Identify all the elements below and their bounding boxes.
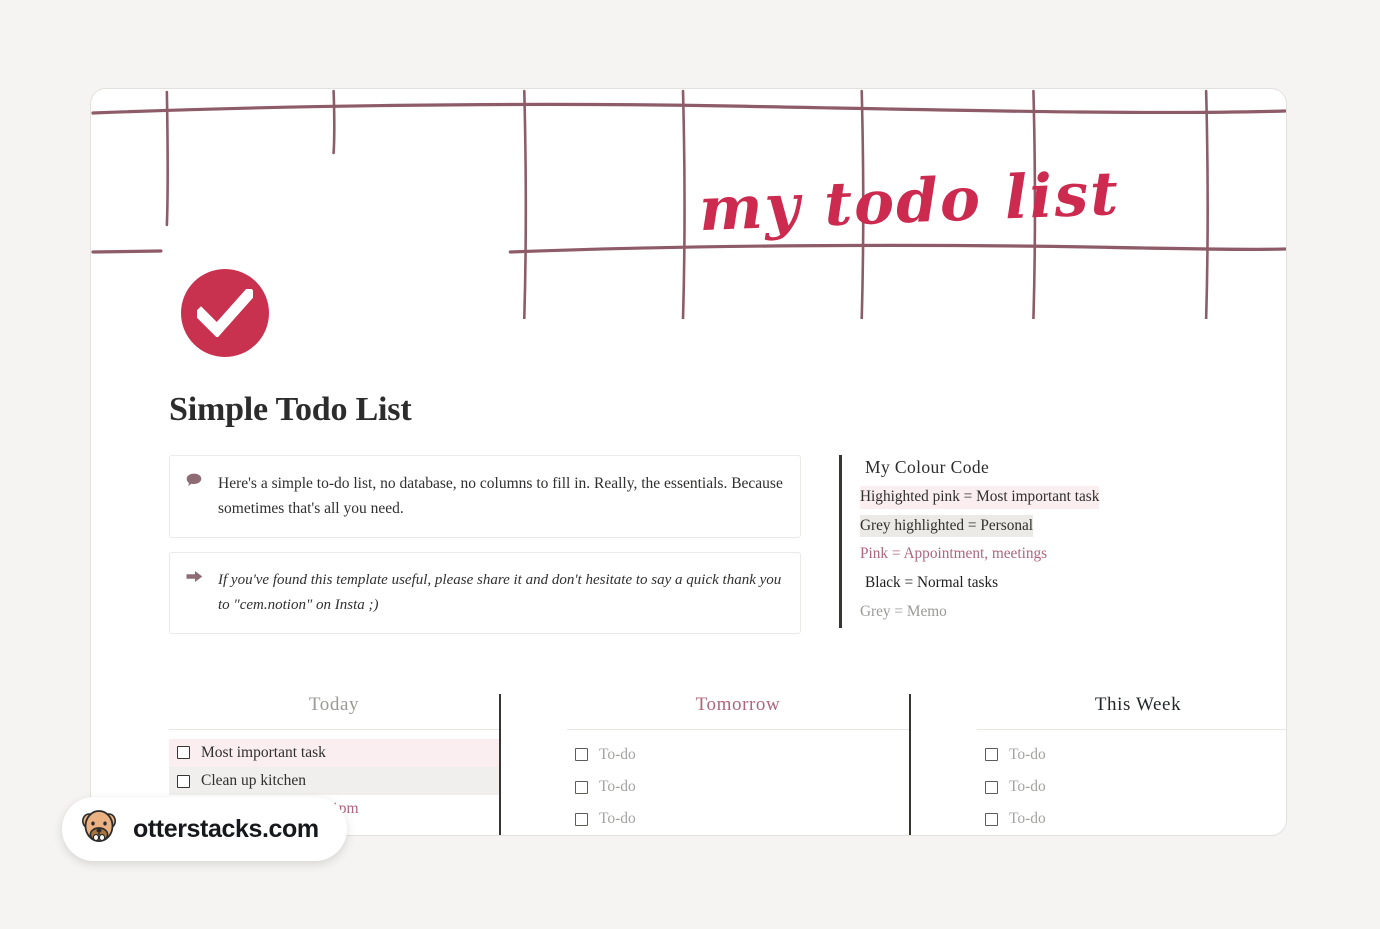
column-tomorrow-rule: [567, 728, 909, 730]
speech-bubble-icon: [186, 471, 204, 491]
otter-face-glyph: [82, 809, 116, 842]
todo-label: To-do: [1009, 745, 1046, 763]
todo-item[interactable]: To-do: [567, 739, 909, 771]
todo-item[interactable]: To-do: [977, 771, 1286, 803]
colour-code-line-memo: Grey = Memo: [860, 602, 947, 620]
checkbox-icon[interactable]: [575, 780, 588, 794]
speech-bubble-glyph: [186, 473, 202, 486]
todo-label: To-do: [599, 810, 636, 828]
checkbox-icon[interactable]: [985, 748, 998, 762]
colour-code-row: Highighted pink = Most important task: [860, 485, 1208, 514]
page-title: Simple Todo List: [169, 391, 412, 428]
right-arrow-glyph: [186, 571, 203, 583]
colour-code-line-normal: Black = Normal tasks: [865, 573, 999, 591]
intro-row: Here's a simple to-do list, no database,…: [169, 455, 1208, 648]
todo-item[interactable]: To-do: [567, 835, 909, 836]
column-this-week-heading: This Week: [1094, 693, 1182, 715]
page-body: Simple Todo List Here's a simple to-do l…: [91, 319, 1287, 836]
column-today-rule: [169, 728, 499, 730]
colour-code-line-appointment: Pink = Appointment, meetings: [860, 545, 1048, 563]
todo-item[interactable]: To-do: [977, 739, 1286, 771]
checkbox-icon[interactable]: [985, 812, 998, 826]
checkbox-icon[interactable]: [177, 746, 190, 760]
colour-code-panel: My Colour Code Highighted pink = Most im…: [839, 455, 1208, 629]
todo-item[interactable]: To-do: [977, 803, 1286, 835]
column-tomorrow: Tomorrow To-do To-do To-do: [499, 693, 909, 836]
todo-label: To-do: [599, 745, 636, 763]
column-this-week-rule: [977, 728, 1286, 730]
otter-logo-icon: [78, 806, 120, 853]
notion-page-card: my todo list Simple Todo List Here's a s…: [90, 88, 1287, 836]
colour-code-row: Black = Normal tasks: [860, 571, 1208, 600]
colour-code-line-personal: Grey highlighted = Personal: [860, 514, 1034, 538]
todo-item[interactable]: To-do: [567, 771, 909, 803]
todo-item[interactable]: To-do: [567, 803, 909, 835]
watermark-label: otterstacks.com: [133, 814, 319, 843]
cover-banner: my todo list: [91, 89, 1286, 319]
todo-label: To-do: [599, 777, 636, 795]
callout-info: Here's a simple to-do list, no database,…: [169, 455, 801, 539]
column-divider: [909, 693, 911, 835]
checkbox-icon[interactable]: [985, 780, 998, 794]
checkbox-icon[interactable]: [575, 812, 588, 826]
right-arrow-icon: [186, 568, 204, 587]
callout-info-text: Here's a simple to-do list, no database,…: [218, 475, 783, 518]
colour-code-row: Grey highlighted = Personal: [860, 514, 1208, 543]
callout-share: If you've found this template useful, pl…: [169, 552, 801, 634]
todo-item[interactable]: To-do: [977, 835, 1287, 836]
todo-item[interactable]: Most important task: [169, 738, 499, 767]
todo-item[interactable]: Clean up kitchen: [169, 766, 499, 796]
column-divider: [499, 693, 501, 835]
callouts-group: Here's a simple to-do list, no database,…: [169, 455, 801, 648]
todo-label: Most important task: [201, 743, 326, 761]
page-root: my todo list Simple Todo List Here's a s…: [0, 0, 1380, 929]
todo-label: To-do: [1009, 777, 1046, 795]
column-tomorrow-heading: Tomorrow: [695, 693, 781, 715]
column-today-heading: Today: [308, 693, 360, 715]
checkbox-icon[interactable]: [575, 748, 588, 762]
colour-code-row: Grey = Memo: [860, 600, 1208, 629]
checkbox-icon[interactable]: [177, 774, 190, 788]
watermark-badge[interactable]: otterstacks.com: [62, 797, 347, 861]
todo-label: To-do: [1009, 810, 1046, 828]
colour-code-title: My Colour Code: [865, 457, 990, 477]
callout-share-text: If you've found this template useful, pl…: [218, 572, 782, 613]
colour-code-line-most-important: Highighted pink = Most important task: [860, 486, 1100, 509]
todo-label: Clean up kitchen: [201, 771, 307, 789]
column-this-week: This Week To-do To-do To-do: [909, 693, 1287, 836]
colour-code-row: Pink = Appointment, meetings: [860, 542, 1208, 571]
